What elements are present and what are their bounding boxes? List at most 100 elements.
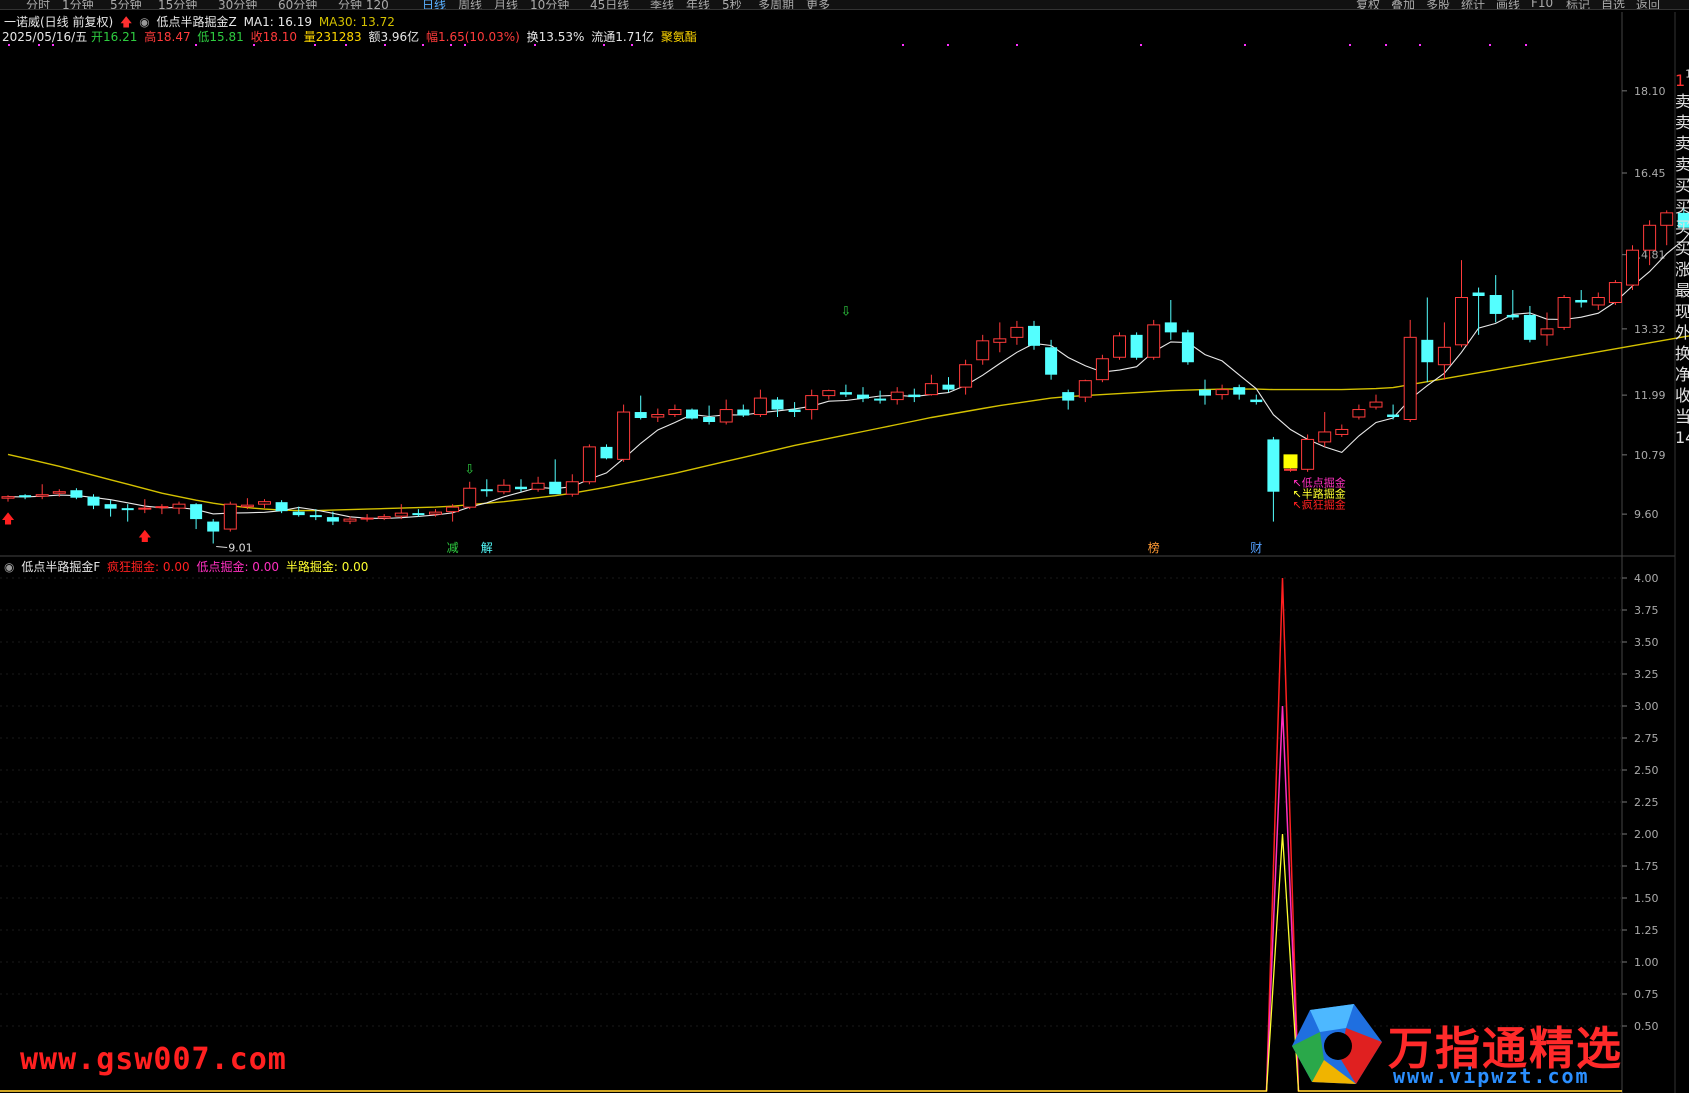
candle-body [1010,326,1024,338]
candle-body [890,391,904,401]
candle [1,495,15,502]
candle-body [463,487,477,508]
candle-body [531,482,545,490]
candle-body [394,512,408,517]
candle [1062,389,1075,410]
candle [1113,332,1126,360]
candle-body [1506,314,1519,318]
signal-dot [1244,44,1246,46]
candle-body [686,409,698,419]
candle-body [549,481,562,495]
price-tick-label: 13.32 [1634,323,1666,336]
indicator-tick-label: 3.50 [1634,636,1659,649]
signal-dot [384,44,386,46]
candle [822,389,836,400]
watermark-url: www.vipwzt.com [1393,1064,1590,1088]
signal-dot [464,44,466,46]
candle [35,484,49,500]
quote-panel-label: 换 [1675,344,1689,363]
candle [719,399,733,425]
candle [480,479,493,497]
watermark-left: www.gsw007.com [20,1042,287,1077]
quote-panel-label: 净 [1675,365,1689,384]
candle [1437,322,1451,380]
quote-panel-label: 卖 [1675,92,1689,111]
candle [1591,292,1605,310]
quote-panel-label: 现 [1675,302,1689,321]
candle-body [1335,428,1349,435]
low-value: 低点掘金: 0.00 [196,560,280,574]
buy-arrow-icon: 🡅 [1,512,14,527]
candle-body [565,481,579,495]
candle [993,322,1007,353]
quote-panel-label: 买 [1675,197,1689,216]
candle [634,395,647,420]
candle [908,388,921,403]
candle [1130,332,1143,360]
signal-dot [631,44,633,46]
quote-panel-label: 1 [1675,71,1686,90]
candle [549,459,562,495]
candle-body [360,517,374,520]
candle [412,509,425,517]
indicator-tick-label: 4.00 [1634,572,1659,585]
signal-dot [422,44,424,46]
indicator-collapse-icon[interactable]: ◉ [4,560,14,574]
candle [515,479,527,492]
sub-indicator-name[interactable]: 低点半路掘金F [21,560,100,574]
candle-body [275,502,288,512]
signal-dot [1016,44,1018,46]
candle [890,387,904,405]
indicator-tick-label: 1.00 [1634,956,1659,969]
candle [19,494,32,500]
buy-arrow-icon: 🡅 [138,530,151,545]
half-value: 半路掘金: 0.00 [285,560,369,574]
candle [771,397,784,418]
candle-body [309,515,322,518]
candle [1352,404,1366,420]
signal-dot [1349,44,1351,46]
candle [1045,339,1058,380]
candle [1147,319,1161,360]
candle-body [343,518,357,522]
candle-body [155,506,169,509]
candle [531,476,545,492]
candle-body [993,338,1007,343]
candle-body [1284,468,1297,471]
kline-chart[interactable]: 18.1016.4514.8113.3211.9910.799.6018.479… [0,0,1689,1093]
candle-body [1215,389,1229,396]
candle [1455,260,1468,348]
signal-dot [902,44,904,46]
quote-panel-label: 买 [1675,239,1689,258]
candle [121,504,134,522]
candle-body [1113,335,1126,358]
candle-body [1369,401,1383,408]
candle-body [788,409,801,413]
candle [737,404,750,418]
indicator-tick-label: 2.50 [1634,764,1659,777]
candle [1660,210,1674,246]
candle [1608,280,1622,305]
event-tag-2: 榜 [1148,540,1160,555]
candle-body [908,394,921,398]
candle-body [600,446,613,459]
candle [1575,290,1588,308]
indicator-header: ◉ 低点半路掘金F 疯狂掘金: 0.00 低点掘金: 0.00 半路掘金: 0.… [4,558,371,575]
signal-dot [1385,44,1387,46]
candle-body [959,364,973,388]
quote-panel-label: 最 [1675,281,1689,300]
event-tag-0: 减 [447,541,459,555]
signal-dot [450,44,452,46]
candle-body [1250,399,1263,403]
candle [343,516,357,525]
candle-body [1387,414,1400,418]
candle [959,359,973,395]
signal-box [1283,454,1298,469]
candle [258,499,271,509]
candle-body [1421,339,1434,363]
candle-body [1181,332,1194,363]
candle-body [1643,224,1657,251]
signal-dot [253,44,255,46]
candle-body [634,412,647,419]
candle-body [52,491,66,494]
